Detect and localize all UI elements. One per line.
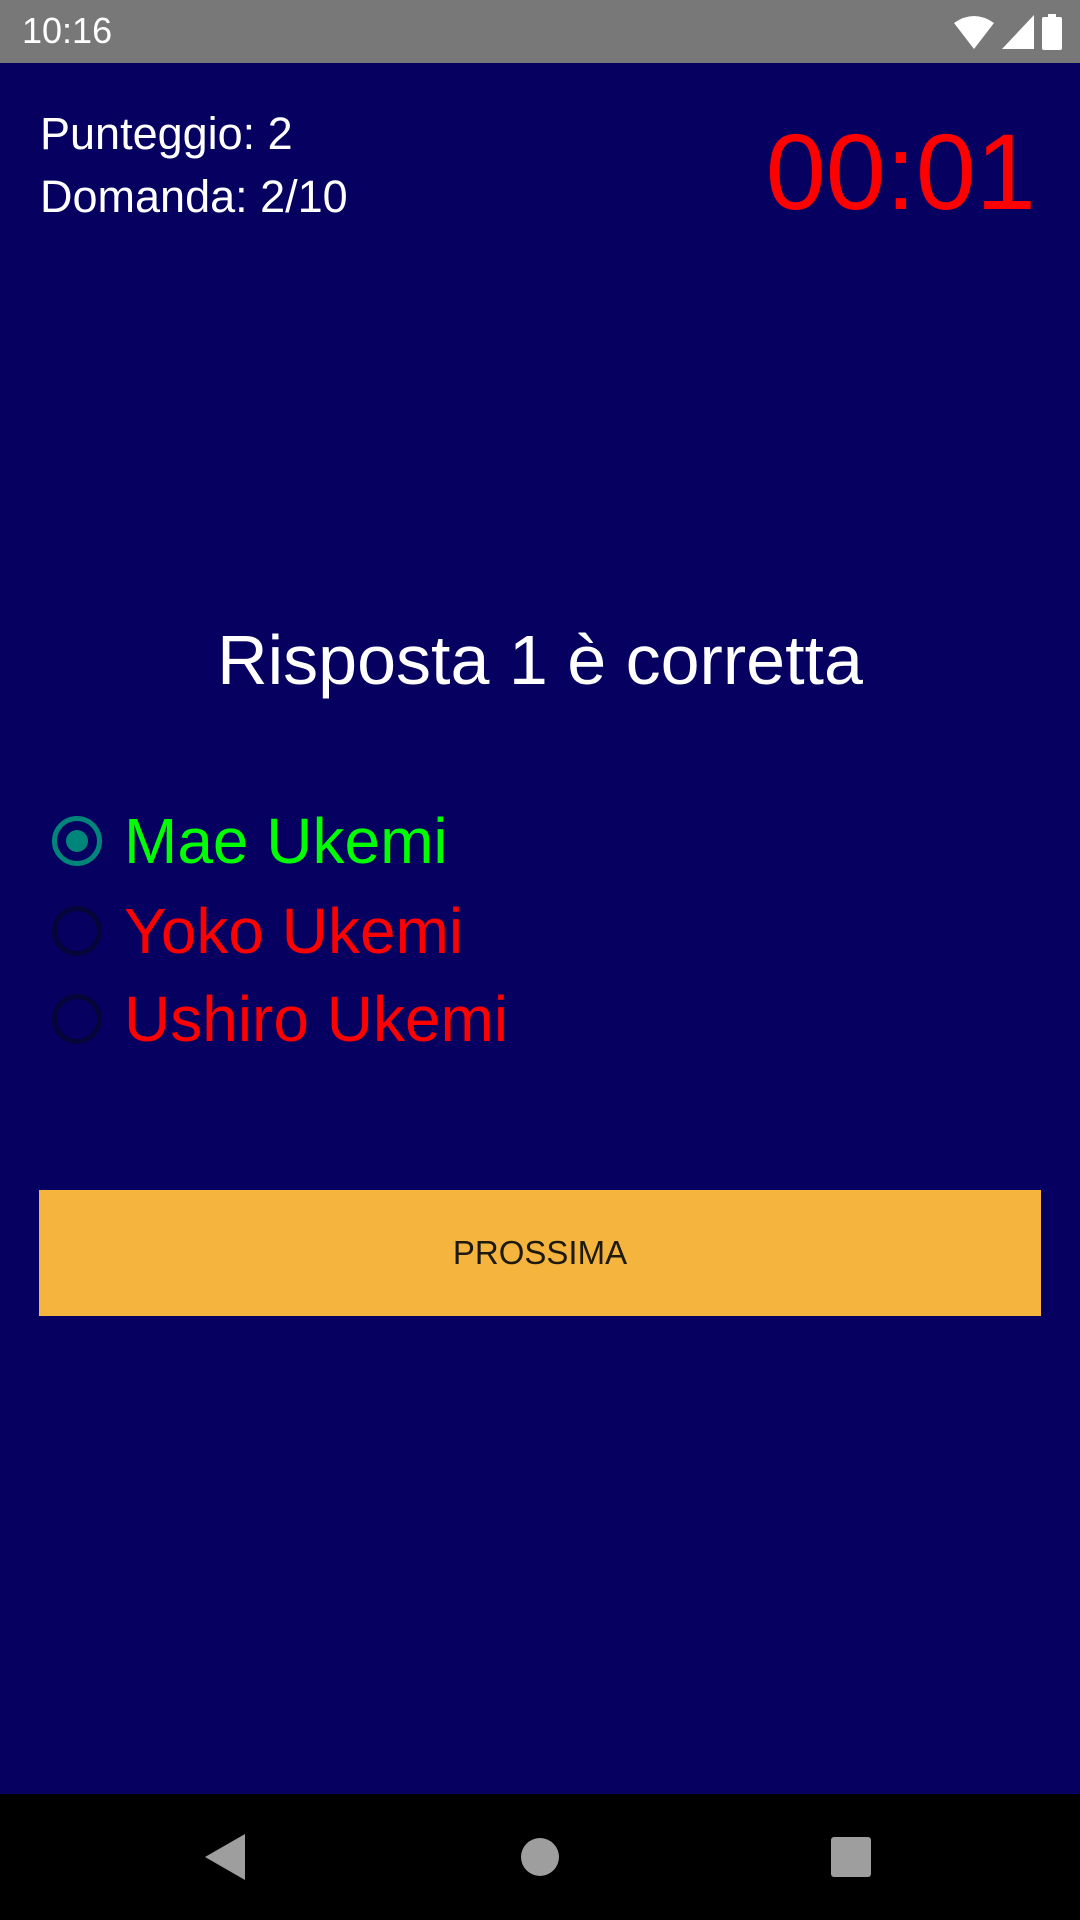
option-label: Ushiro Ukemi: [124, 983, 509, 1055]
option-2[interactable]: Yoko Ukemi: [52, 891, 463, 971]
wifi-icon: [954, 16, 994, 49]
option-1[interactable]: Mae Ukemi: [52, 801, 448, 881]
navigation-bar: [0, 1794, 1080, 1920]
radio-unselected-icon[interactable]: [52, 906, 102, 956]
status-time: 10:16: [22, 10, 113, 51]
home-icon[interactable]: [520, 1837, 560, 1877]
back-icon[interactable]: [205, 1834, 245, 1880]
battery-icon: [1042, 14, 1062, 50]
option-label: Mae Ukemi: [124, 805, 448, 877]
question-text: Risposta 1 è corretta: [217, 621, 863, 699]
radio-unselected-icon[interactable]: [52, 994, 102, 1044]
cell-signal-icon: [1002, 15, 1034, 49]
option-label: Yoko Ukemi: [124, 895, 464, 967]
status-bar: 10:16: [0, 0, 1080, 63]
recents-icon[interactable]: [831, 1837, 871, 1877]
next-button[interactable]: PROSSIMA: [39, 1190, 1041, 1316]
radio-selected-icon[interactable]: [52, 816, 102, 866]
question-counter: Domanda: 2/10: [40, 171, 348, 222]
score-label: Punteggio: 2: [40, 108, 293, 159]
option-3[interactable]: Ushiro Ukemi: [52, 979, 508, 1059]
timer: 00:01: [765, 111, 1036, 232]
